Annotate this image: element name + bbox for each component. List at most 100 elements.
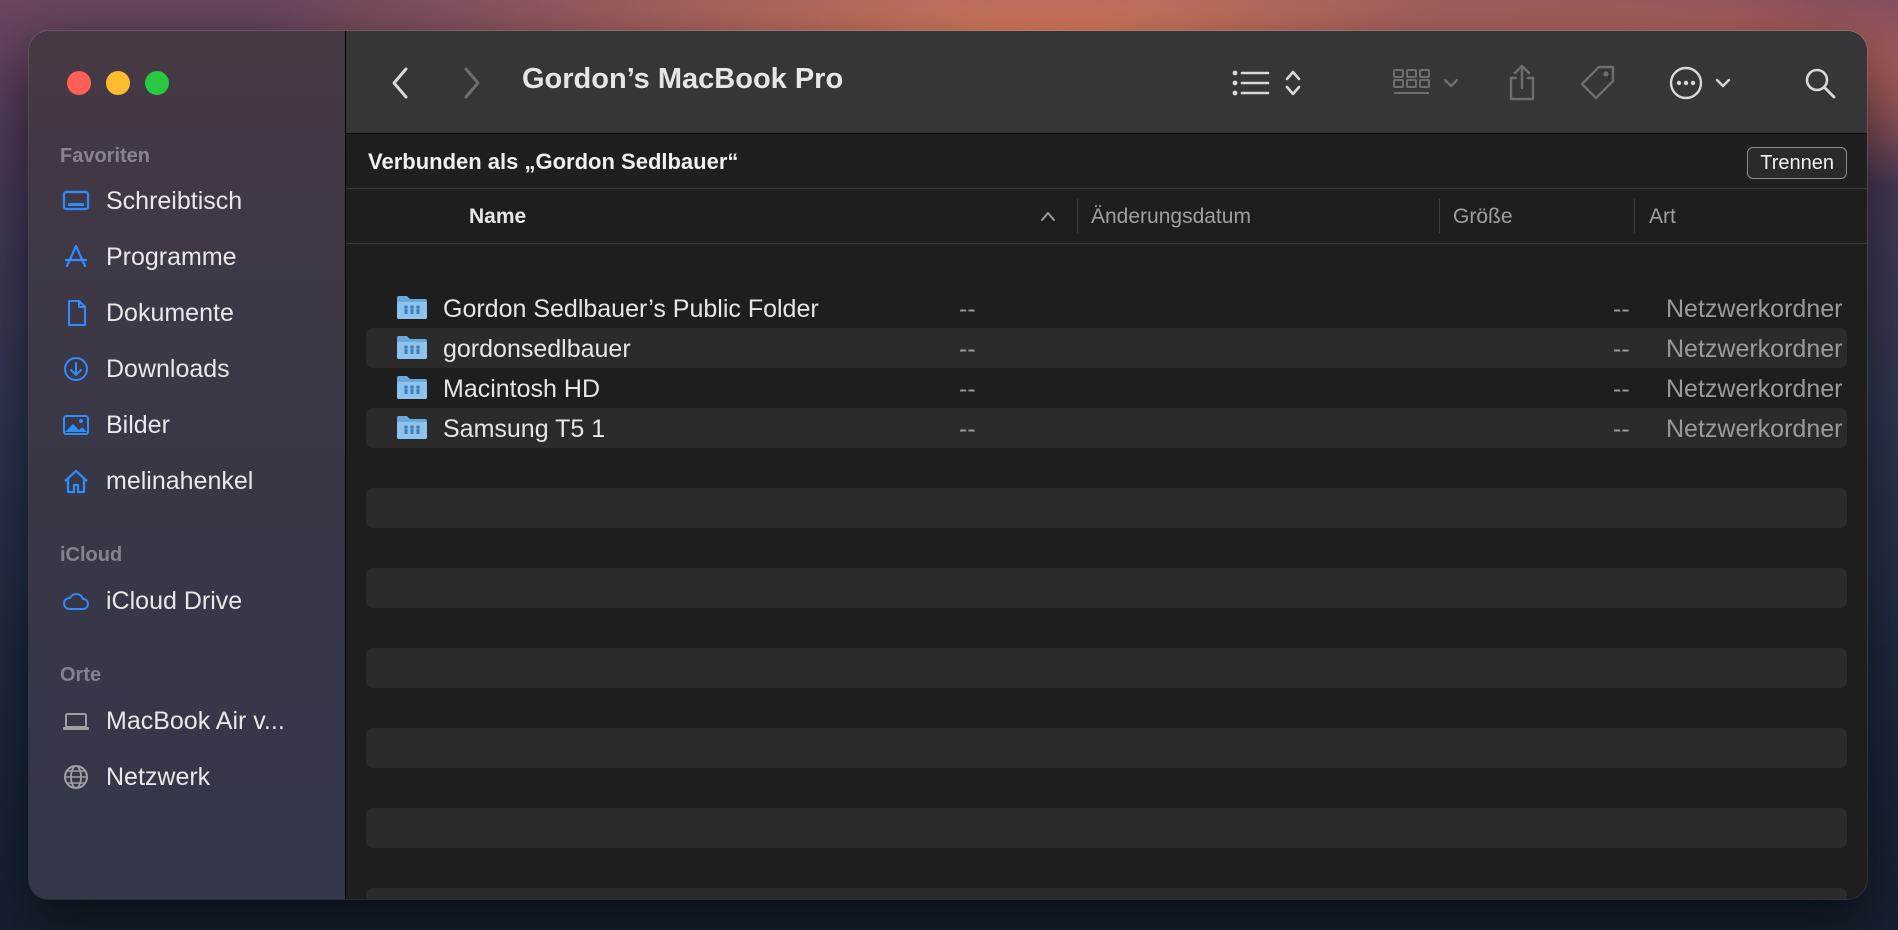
table-row[interactable]: gordonsedlbauer -- -- Netzwerkordner bbox=[366, 328, 1847, 368]
sidebar-section-icloud: iCloud bbox=[60, 544, 123, 566]
column-divider[interactable] bbox=[1439, 199, 1440, 233]
chevron-up-down-icon bbox=[1285, 70, 1301, 96]
table-row[interactable]: Gordon Sedlbauer’s Public Folder -- -- N… bbox=[366, 288, 1847, 328]
ellipsis-circle-icon bbox=[1669, 66, 1703, 100]
row-date: -- bbox=[959, 335, 976, 363]
connection-status-text: Verbunden als „Gordon Sedlbauer“ bbox=[368, 149, 739, 174]
chevron-right-icon bbox=[464, 67, 480, 99]
row-kind: Netzwerkordner bbox=[1666, 415, 1843, 443]
back-button[interactable] bbox=[382, 61, 418, 105]
network-folder-icon bbox=[397, 296, 427, 319]
row-date: -- bbox=[959, 415, 976, 443]
row-size: -- bbox=[1613, 375, 1630, 403]
minimize-button[interactable] bbox=[106, 71, 130, 95]
search-button[interactable] bbox=[1800, 61, 1840, 105]
share-button[interactable] bbox=[1502, 61, 1542, 105]
column-divider[interactable] bbox=[1077, 199, 1078, 233]
row-name: gordonsedlbauer bbox=[443, 335, 631, 363]
list-view-icon bbox=[1232, 70, 1270, 96]
sidebar-item-label: melinahenkel bbox=[106, 466, 254, 495]
home-icon bbox=[60, 465, 92, 497]
row-kind: Netzwerkordner bbox=[1666, 375, 1843, 403]
empty-row-stripe bbox=[366, 648, 1847, 688]
row-size: -- bbox=[1613, 335, 1630, 363]
tag-button[interactable] bbox=[1576, 61, 1620, 105]
sidebar-section-favoriten: Favoriten bbox=[60, 145, 151, 167]
network-folder-icon bbox=[397, 336, 427, 359]
file-list: Gordon Sedlbauer’s Public Folder -- -- N… bbox=[346, 244, 1867, 899]
cloud-icon bbox=[60, 585, 92, 617]
chevron-down-icon bbox=[1443, 78, 1459, 88]
sidebar-item-label: Netzwerk bbox=[106, 762, 211, 791]
empty-row-stripe bbox=[366, 488, 1847, 528]
window-title: Gordon’s MacBook Pro bbox=[522, 63, 844, 95]
applications-icon bbox=[60, 241, 92, 273]
tag-icon bbox=[1580, 65, 1615, 100]
column-size[interactable]: Größe bbox=[1453, 205, 1513, 229]
row-kind: Netzwerkordner bbox=[1666, 335, 1843, 363]
row-kind: Netzwerkordner bbox=[1666, 295, 1843, 323]
sidebar-item-downloads[interactable]: Downloads bbox=[60, 349, 330, 389]
sidebar: Favoriten Schreibtisch Programme Dokumen… bbox=[29, 31, 346, 899]
network-folder-icon bbox=[397, 416, 427, 439]
column-header: Name Änderungsdatum Größe Art bbox=[346, 189, 1867, 244]
sidebar-item-bilder[interactable]: Bilder bbox=[60, 405, 330, 445]
row-name: Samsung T5 1 bbox=[443, 415, 606, 443]
window-controls bbox=[67, 71, 169, 95]
search-icon bbox=[1805, 68, 1836, 99]
empty-row-stripe bbox=[366, 728, 1847, 768]
sidebar-item-icloud-drive[interactable]: iCloud Drive bbox=[60, 581, 330, 621]
sidebar-section-orte: Orte bbox=[60, 664, 102, 686]
network-folder-icon bbox=[397, 376, 427, 399]
empty-row-stripe bbox=[366, 888, 1847, 899]
sidebar-item-label: iCloud Drive bbox=[106, 586, 243, 615]
sidebar-item-label: Schreibtisch bbox=[106, 186, 243, 215]
sidebar-item-programme[interactable]: Programme bbox=[60, 237, 330, 277]
grid-icon bbox=[1393, 69, 1430, 94]
forward-button[interactable] bbox=[454, 61, 490, 105]
sidebar-item-schreibtisch[interactable]: Schreibtisch bbox=[60, 181, 330, 221]
download-icon bbox=[60, 353, 92, 385]
sidebar-item-label: Dokumente bbox=[106, 298, 234, 327]
disconnect-button[interactable]: Trennen bbox=[1747, 147, 1847, 179]
zoom-button[interactable] bbox=[145, 71, 169, 95]
sort-ascending-icon[interactable] bbox=[1039, 209, 1057, 223]
row-name: Gordon Sedlbauer’s Public Folder bbox=[443, 295, 819, 323]
connection-banner: Verbunden als „Gordon Sedlbauer“ Trennen bbox=[346, 134, 1867, 189]
sidebar-item-label: Programme bbox=[106, 242, 237, 271]
finder-window: Favoriten Schreibtisch Programme Dokumen… bbox=[29, 31, 1867, 899]
empty-row-stripe bbox=[366, 568, 1847, 608]
row-size: -- bbox=[1613, 415, 1630, 443]
sidebar-item-melinahenkel[interactable]: melinahenkel bbox=[60, 461, 330, 501]
row-size: -- bbox=[1613, 295, 1630, 323]
view-mode-button[interactable] bbox=[1222, 61, 1312, 105]
sidebar-item-dokumente[interactable]: Dokumente bbox=[60, 293, 330, 333]
column-date[interactable]: Änderungsdatum bbox=[1091, 205, 1251, 229]
close-button[interactable] bbox=[67, 71, 91, 95]
sidebar-item-label: Downloads bbox=[106, 354, 230, 383]
column-kind[interactable]: Art bbox=[1649, 205, 1676, 229]
chevron-left-icon bbox=[392, 67, 408, 99]
globe-icon bbox=[60, 761, 92, 793]
table-row[interactable]: Macintosh HD -- -- Netzwerkordner bbox=[366, 368, 1847, 408]
row-date: -- bbox=[959, 375, 976, 403]
row-name: Macintosh HD bbox=[443, 375, 600, 403]
empty-row-stripe bbox=[366, 808, 1847, 848]
group-button[interactable] bbox=[1386, 61, 1466, 105]
laptop-icon bbox=[60, 705, 92, 737]
sidebar-item-netzwerk[interactable]: Netzwerk bbox=[60, 757, 330, 797]
table-row[interactable]: Samsung T5 1 -- -- Netzwerkordner bbox=[366, 408, 1847, 448]
column-divider[interactable] bbox=[1634, 199, 1635, 233]
chevron-down-icon bbox=[1715, 78, 1731, 88]
row-date: -- bbox=[959, 295, 976, 323]
sidebar-item-macbook-air[interactable]: MacBook Air v... bbox=[60, 701, 330, 741]
toolbar: Gordon’s MacBook Pro bbox=[346, 31, 1867, 134]
desktop-icon bbox=[60, 185, 92, 217]
share-icon bbox=[1509, 64, 1535, 101]
document-icon bbox=[60, 297, 92, 329]
photo-icon bbox=[60, 409, 92, 441]
sidebar-item-label: Bilder bbox=[106, 410, 170, 439]
sidebar-item-label: MacBook Air v... bbox=[106, 706, 285, 735]
more-actions-button[interactable] bbox=[1660, 61, 1740, 105]
column-name[interactable]: Name bbox=[469, 205, 526, 229]
